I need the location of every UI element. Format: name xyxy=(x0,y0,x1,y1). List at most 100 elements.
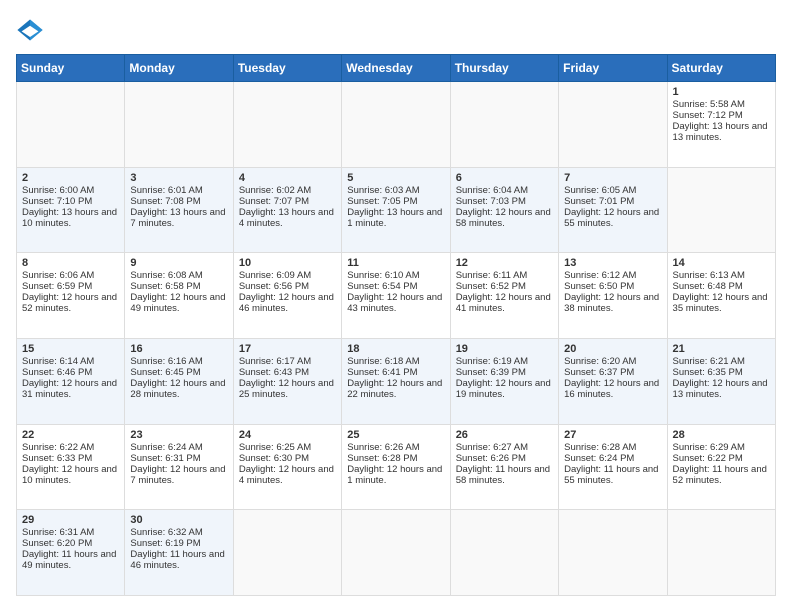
day-number: 24 xyxy=(239,429,336,441)
calendar-cell: 17Sunrise: 6:17 AMSunset: 6:43 PMDayligh… xyxy=(233,338,341,424)
daylight-text: Daylight: 12 hours and 4 minutes. xyxy=(239,464,334,486)
calendar-cell: 29Sunrise: 6:31 AMSunset: 6:20 PMDayligh… xyxy=(17,510,125,596)
sunset-text: Sunset: 6:33 PM xyxy=(22,453,92,464)
empty-cell xyxy=(342,510,450,596)
calendar-week-row: 22Sunrise: 6:22 AMSunset: 6:33 PMDayligh… xyxy=(17,424,776,510)
sunrise-text: Sunrise: 6:20 AM xyxy=(564,356,636,367)
daylight-text: Daylight: 12 hours and 49 minutes. xyxy=(130,292,225,314)
sunset-text: Sunset: 6:41 PM xyxy=(347,367,417,378)
calendar-cell: 12Sunrise: 6:11 AMSunset: 6:52 PMDayligh… xyxy=(450,253,558,339)
empty-cell xyxy=(342,82,450,168)
daylight-text: Daylight: 11 hours and 52 minutes. xyxy=(673,464,767,486)
sunrise-text: Sunrise: 6:06 AM xyxy=(22,270,94,281)
sunset-text: Sunset: 7:08 PM xyxy=(130,196,200,207)
sunrise-text: Sunrise: 6:29 AM xyxy=(673,442,745,453)
day-of-week-header: Friday xyxy=(559,55,667,82)
sunset-text: Sunset: 6:59 PM xyxy=(22,281,92,292)
sunrise-text: Sunrise: 5:58 AM xyxy=(673,99,745,110)
empty-cell xyxy=(125,82,233,168)
calendar-cell: 24Sunrise: 6:25 AMSunset: 6:30 PMDayligh… xyxy=(233,424,341,510)
day-number: 6 xyxy=(456,172,553,184)
sunset-text: Sunset: 6:50 PM xyxy=(564,281,634,292)
calendar-cell: 14Sunrise: 6:13 AMSunset: 6:48 PMDayligh… xyxy=(667,253,775,339)
day-number: 5 xyxy=(347,172,444,184)
calendar-cell: 4Sunrise: 6:02 AMSunset: 7:07 PMDaylight… xyxy=(233,167,341,253)
calendar-cell: 10Sunrise: 6:09 AMSunset: 6:56 PMDayligh… xyxy=(233,253,341,339)
day-number: 18 xyxy=(347,343,444,355)
empty-cell xyxy=(667,510,775,596)
calendar-page: SundayMondayTuesdayWednesdayThursdayFrid… xyxy=(0,0,792,612)
day-number: 8 xyxy=(22,257,119,269)
daylight-text: Daylight: 12 hours and 19 minutes. xyxy=(456,378,551,400)
sunset-text: Sunset: 6:37 PM xyxy=(564,367,634,378)
sunrise-text: Sunrise: 6:09 AM xyxy=(239,270,311,281)
sunset-text: Sunset: 6:58 PM xyxy=(130,281,200,292)
sunrise-text: Sunrise: 6:28 AM xyxy=(564,442,636,453)
sunset-text: Sunset: 7:12 PM xyxy=(673,110,743,121)
calendar-cell: 1Sunrise: 5:58 AMSunset: 7:12 PMDaylight… xyxy=(667,82,775,168)
empty-cell xyxy=(559,82,667,168)
daylight-text: Daylight: 12 hours and 22 minutes. xyxy=(347,378,442,400)
day-number: 16 xyxy=(130,343,227,355)
sunset-text: Sunset: 6:28 PM xyxy=(347,453,417,464)
day-of-week-header: Sunday xyxy=(17,55,125,82)
daylight-text: Daylight: 13 hours and 4 minutes. xyxy=(239,207,334,229)
sunrise-text: Sunrise: 6:12 AM xyxy=(564,270,636,281)
sunset-text: Sunset: 6:26 PM xyxy=(456,453,526,464)
calendar-cell: 23Sunrise: 6:24 AMSunset: 6:31 PMDayligh… xyxy=(125,424,233,510)
sunset-text: Sunset: 7:07 PM xyxy=(239,196,309,207)
daylight-text: Daylight: 12 hours and 1 minute. xyxy=(347,464,442,486)
calendar-cell: 8Sunrise: 6:06 AMSunset: 6:59 PMDaylight… xyxy=(17,253,125,339)
calendar-cell: 26Sunrise: 6:27 AMSunset: 6:26 PMDayligh… xyxy=(450,424,558,510)
daylight-text: Daylight: 12 hours and 13 minutes. xyxy=(673,378,768,400)
daylight-text: Daylight: 13 hours and 10 minutes. xyxy=(22,207,117,229)
daylight-text: Daylight: 11 hours and 46 minutes. xyxy=(130,549,224,571)
sunrise-text: Sunrise: 6:16 AM xyxy=(130,356,202,367)
calendar-cell: 3Sunrise: 6:01 AMSunset: 7:08 PMDaylight… xyxy=(125,167,233,253)
sunrise-text: Sunrise: 6:14 AM xyxy=(22,356,94,367)
empty-cell xyxy=(17,82,125,168)
sunrise-text: Sunrise: 6:11 AM xyxy=(456,270,528,281)
sunset-text: Sunset: 6:20 PM xyxy=(22,538,92,549)
sunrise-text: Sunrise: 6:00 AM xyxy=(22,185,94,196)
daylight-text: Daylight: 12 hours and 52 minutes. xyxy=(22,292,117,314)
day-number: 17 xyxy=(239,343,336,355)
sunset-text: Sunset: 6:46 PM xyxy=(22,367,92,378)
daylight-text: Daylight: 12 hours and 58 minutes. xyxy=(456,207,551,229)
empty-cell xyxy=(667,167,775,253)
day-of-week-header: Saturday xyxy=(667,55,775,82)
calendar-cell: 25Sunrise: 6:26 AMSunset: 6:28 PMDayligh… xyxy=(342,424,450,510)
daylight-text: Daylight: 11 hours and 58 minutes. xyxy=(456,464,550,486)
sunset-text: Sunset: 6:24 PM xyxy=(564,453,634,464)
header xyxy=(16,16,776,44)
sunrise-text: Sunrise: 6:31 AM xyxy=(22,527,94,538)
sunrise-text: Sunrise: 6:19 AM xyxy=(456,356,528,367)
sunset-text: Sunset: 6:39 PM xyxy=(456,367,526,378)
sunrise-text: Sunrise: 6:27 AM xyxy=(456,442,528,453)
sunset-text: Sunset: 6:52 PM xyxy=(456,281,526,292)
sunrise-text: Sunrise: 6:21 AM xyxy=(673,356,745,367)
day-number: 23 xyxy=(130,429,227,441)
day-number: 19 xyxy=(456,343,553,355)
sunrise-text: Sunrise: 6:08 AM xyxy=(130,270,202,281)
day-number: 10 xyxy=(239,257,336,269)
sunrise-text: Sunrise: 6:24 AM xyxy=(130,442,202,453)
daylight-text: Daylight: 12 hours and 35 minutes. xyxy=(673,292,768,314)
sunset-text: Sunset: 6:30 PM xyxy=(239,453,309,464)
sunrise-text: Sunrise: 6:22 AM xyxy=(22,442,94,453)
sunset-text: Sunset: 7:05 PM xyxy=(347,196,417,207)
calendar-cell: 20Sunrise: 6:20 AMSunset: 6:37 PMDayligh… xyxy=(559,338,667,424)
day-number: 1 xyxy=(673,86,770,98)
day-of-week-header: Tuesday xyxy=(233,55,341,82)
calendar-cell: 13Sunrise: 6:12 AMSunset: 6:50 PMDayligh… xyxy=(559,253,667,339)
calendar-week-row: 8Sunrise: 6:06 AMSunset: 6:59 PMDaylight… xyxy=(17,253,776,339)
sunrise-text: Sunrise: 6:13 AM xyxy=(673,270,745,281)
day-of-week-header: Monday xyxy=(125,55,233,82)
daylight-text: Daylight: 12 hours and 43 minutes. xyxy=(347,292,442,314)
sunset-text: Sunset: 6:54 PM xyxy=(347,281,417,292)
empty-cell xyxy=(233,510,341,596)
sunset-text: Sunset: 6:35 PM xyxy=(673,367,743,378)
day-number: 12 xyxy=(456,257,553,269)
calendar-cell: 7Sunrise: 6:05 AMSunset: 7:01 PMDaylight… xyxy=(559,167,667,253)
sunrise-text: Sunrise: 6:25 AM xyxy=(239,442,311,453)
